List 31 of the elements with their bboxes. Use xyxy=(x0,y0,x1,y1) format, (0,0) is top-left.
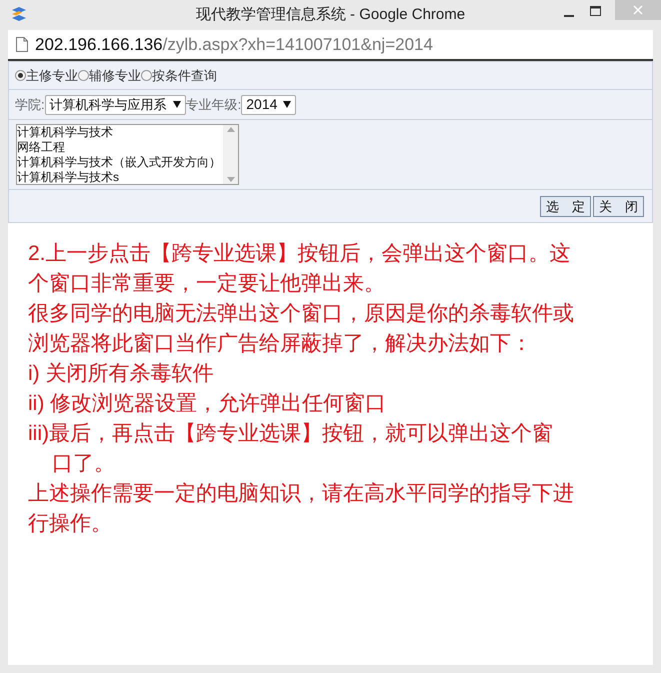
scroll-up-icon[interactable] xyxy=(226,127,234,132)
instruction-text: ii) 修改浏览器设置，允许弹出任何窗口 xyxy=(28,391,388,417)
radio-option[interactable]: 按条件查询 xyxy=(141,66,217,86)
dialog-button[interactable]: 关 闭 xyxy=(593,196,644,216)
list-option[interactable]: 计算机科学与技术（嵌入式开发方向） xyxy=(17,155,223,170)
page-icon xyxy=(16,37,28,52)
dropdown[interactable]: 2014 xyxy=(241,94,296,114)
maximize-icon[interactable] xyxy=(590,6,601,16)
instruction-text: i) 关闭所有杀毒软件 xyxy=(28,361,214,387)
scrollbar[interactable] xyxy=(223,125,238,184)
list-option[interactable]: 计算机科学与技术 xyxy=(17,125,223,140)
field-label: 专业年级: xyxy=(186,96,242,114)
field-label: 学院: xyxy=(15,96,45,114)
radio-option[interactable]: 主修专业 xyxy=(15,66,78,86)
instruction-text: 上述操作需要一定的电脑知识，请在高水平同学的指导下进行操作。 xyxy=(28,481,575,537)
major-listbox[interactable]: 计算机科学与技术 网络工程 计算机科学与技术（嵌入式开发方向） 计算机科学与技术s xyxy=(16,124,239,185)
app-logo-icon xyxy=(10,6,28,24)
dropdown[interactable]: 计算机科学与应用系 xyxy=(44,94,186,114)
url-text: 202.196.166.136/zylb.aspx?xh=141007101&nj=2014 xyxy=(35,34,433,56)
instruction-text: 2.上一步点击【跨专业选课】按钮后，会弹出这个窗口。这个窗口非常重要，一定要让他弹出来。 xyxy=(28,241,572,297)
radio-option[interactable]: 辅修专业 xyxy=(78,66,141,86)
window-title: 现代教学管理信息系统 - Google Chrome xyxy=(196,4,466,25)
close-button[interactable] xyxy=(615,0,661,20)
scroll-down-icon[interactable] xyxy=(226,177,234,182)
caret-icon xyxy=(283,101,292,108)
list-option[interactable]: 网络工程 xyxy=(17,140,223,155)
dialog-button[interactable]: 选 定 xyxy=(540,196,591,216)
caret-icon xyxy=(172,101,181,108)
list-option[interactable]: 计算机科学与技术s xyxy=(17,170,223,184)
instruction-text: iii)最后，再点击【跨专业选课】按钮，就可以弹出这个窗口了。 xyxy=(28,421,554,477)
close-icon xyxy=(633,5,643,15)
